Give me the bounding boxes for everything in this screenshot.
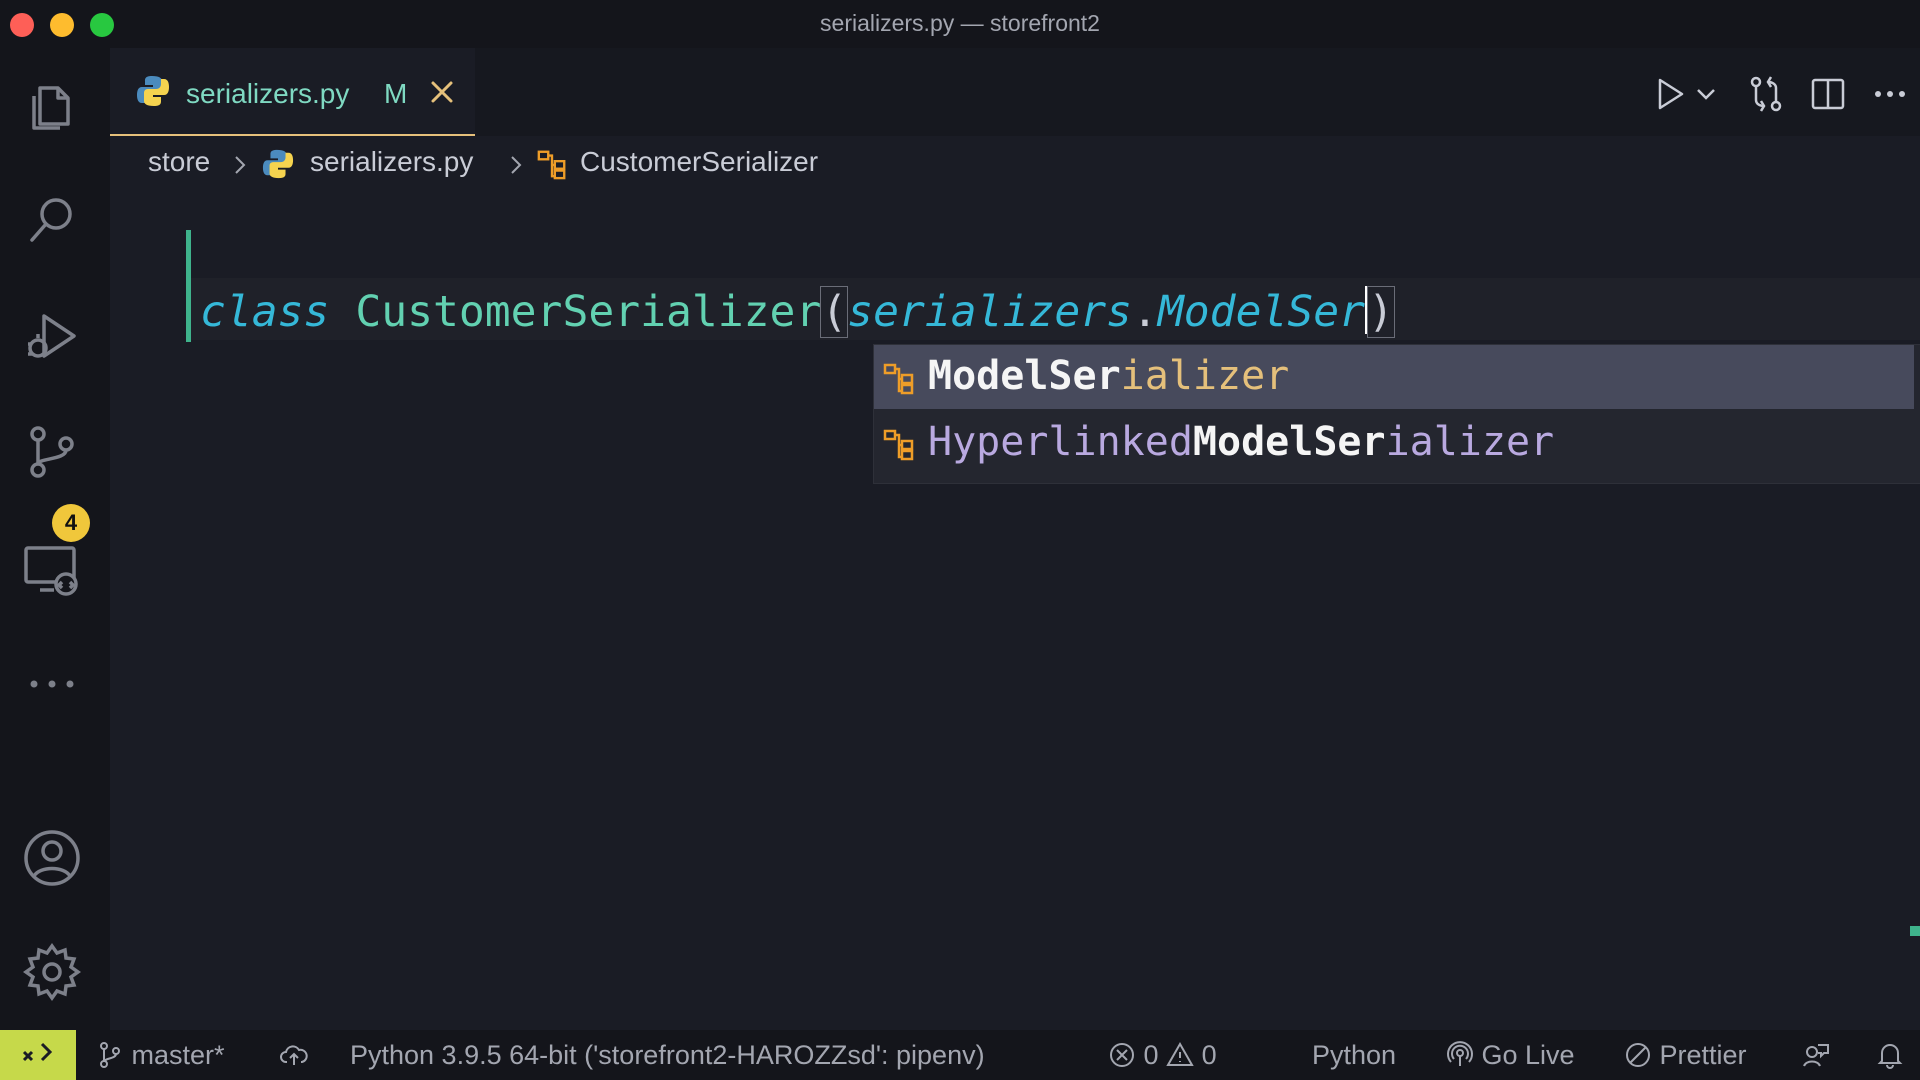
source-control-badge: 4 (52, 504, 90, 542)
suggestion-item[interactable]: HyperlinkedModelSerializer (874, 411, 1914, 475)
split-editor-icon[interactable] (1808, 74, 1848, 114)
close-icon[interactable] (426, 76, 458, 108)
warning-count: 0 (1201, 1040, 1217, 1070)
keyword-token: class (200, 287, 330, 337)
tab-label: serializers.py (186, 78, 350, 109)
tab-bar: serializers.py M (110, 48, 1920, 136)
chevron-down-icon[interactable] (1694, 74, 1718, 114)
dot-token: . (1132, 287, 1158, 337)
open-paren-token: ( (820, 286, 849, 338)
account-icon[interactable] (20, 826, 84, 890)
language-mode[interactable]: Python (1312, 1040, 1396, 1071)
search-icon[interactable] (20, 188, 84, 252)
ellipsis-icon[interactable] (20, 652, 84, 716)
error-icon (1110, 1043, 1134, 1067)
suggestion-widget: ModelSerializer HyperlinkedModelSerializ… (873, 344, 1920, 484)
source-control-icon[interactable] (20, 420, 84, 484)
class-name-token: CustomerSerializer (355, 287, 822, 337)
sync-button[interactable] (280, 1040, 308, 1071)
prettier-button[interactable]: Prettier (1624, 1040, 1747, 1071)
window-title: serializers.py — storefront2 (820, 10, 1100, 36)
git-branch-icon (100, 1042, 120, 1068)
code-editor[interactable]: class CustomerSerializer(serializers.Mod… (110, 188, 1920, 1028)
broadcast-icon (1447, 1041, 1473, 1066)
bell-icon (1877, 1044, 1903, 1069)
cloud-upload-icon (280, 1045, 308, 1065)
status-bar: master* Python 3.9.5 64-bit ('storefront… (0, 1030, 1920, 1080)
remote-explorer-icon[interactable] (20, 538, 84, 602)
problems-indicator[interactable]: 0 0 (1108, 1040, 1217, 1071)
branch-name: master* (131, 1040, 225, 1070)
suggestion-label: HyperlinkedModelSerializer (928, 419, 1555, 465)
more-actions-icon[interactable] (1870, 74, 1910, 114)
run-icon[interactable] (1650, 74, 1690, 114)
notifications-button[interactable] (1876, 1040, 1904, 1071)
class-symbol-icon (883, 429, 914, 461)
modified-indicator: M (384, 78, 408, 109)
class-symbol-icon (883, 363, 914, 395)
tab-serializers-py[interactable]: serializers.py M (110, 48, 475, 136)
feedback-icon (1803, 1044, 1829, 1067)
go-live-label: Go Live (1481, 1040, 1575, 1070)
module-token: serializers (847, 287, 1133, 337)
modified-line-indicator (186, 230, 191, 342)
warning-icon (1166, 1041, 1194, 1066)
suggestion-label: ModelSerializer (928, 353, 1290, 399)
chevron-right-icon (511, 156, 522, 174)
title-bar: serializers.py — storefront2 (0, 0, 1920, 48)
compare-changes-icon[interactable] (1746, 74, 1786, 114)
code-line[interactable]: class CustomerSerializer(serializers.Mod… (200, 286, 1395, 338)
branch-indicator[interactable]: master* (96, 1040, 225, 1071)
gear-icon[interactable] (20, 940, 84, 1004)
editor-area: serializers.py M store serializers.py Cu… (110, 48, 1920, 1030)
debug-icon[interactable] (20, 304, 84, 368)
feedback-button[interactable] (1802, 1040, 1830, 1071)
go-live-button[interactable]: Go Live (1446, 1040, 1575, 1071)
remote-icon (22, 1042, 53, 1062)
breadcrumb-file[interactable]: serializers.py (310, 146, 473, 178)
chevron-right-icon (235, 156, 246, 174)
suggestion-item[interactable]: ModelSerializer (874, 345, 1914, 409)
error-count: 0 (1143, 1040, 1159, 1070)
prettier-label: Prettier (1659, 1040, 1747, 1070)
class-symbol-icon (537, 150, 566, 180)
prettier-disabled-icon (1626, 1043, 1650, 1067)
breadcrumb: store serializers.py CustomerSerializer (110, 136, 1920, 188)
remote-indicator[interactable] (0, 1030, 76, 1080)
python-file-icon (137, 76, 169, 106)
minimap-indicator (1910, 926, 1920, 936)
python-file-icon (262, 149, 294, 179)
python-interpreter[interactable]: Python 3.9.5 64-bit ('storefront2-HAROZZ… (350, 1040, 985, 1071)
breadcrumb-symbol[interactable]: CustomerSerializer (580, 146, 818, 178)
files-icon[interactable] (20, 76, 84, 140)
breadcrumb-folder[interactable]: store (148, 146, 210, 178)
typed-token: ModelSer (1157, 287, 1366, 337)
close-paren-token: ) (1367, 286, 1395, 338)
activity-bar: 4 (0, 48, 110, 1030)
